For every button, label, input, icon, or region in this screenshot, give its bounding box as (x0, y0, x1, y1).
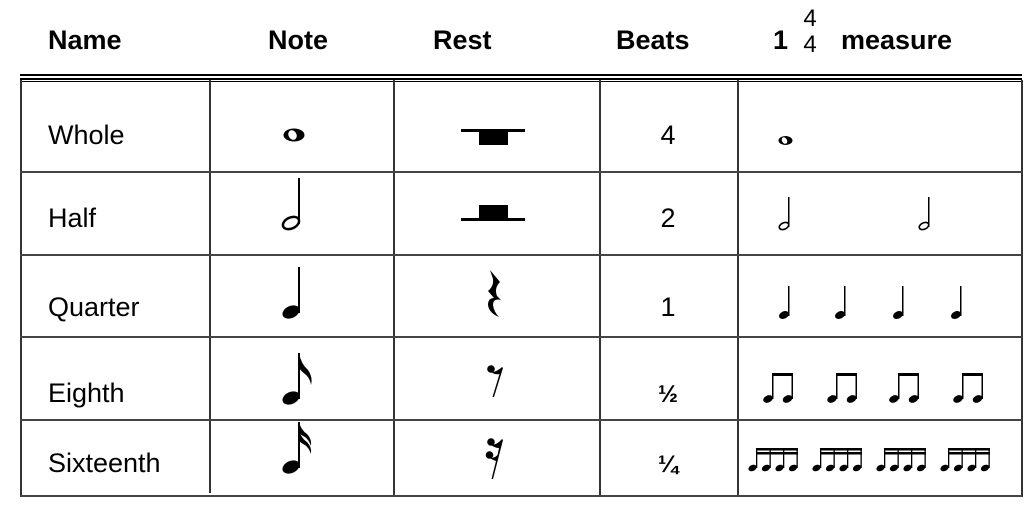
quarter-note-icon (282, 267, 300, 319)
table-border-bottom (20, 495, 1022, 497)
row-divider (20, 254, 1022, 256)
beamed-eighth-pair-icon (763, 373, 793, 403)
eighth-note-icon (282, 353, 312, 405)
sixteenth-rest-icon (485, 438, 503, 479)
header-measure-prefix: 1 (773, 25, 789, 55)
row-beats: 2 (660, 203, 676, 233)
eighth-rest-icon (487, 365, 503, 397)
time-signature-top: 4 (803, 5, 817, 32)
half-note-icon (918, 197, 930, 231)
row-beats: 1 (660, 292, 676, 322)
beamed-sixteenth-group-icon (876, 448, 926, 472)
header-name: Name (48, 25, 122, 55)
quarter-note-icon (835, 286, 846, 319)
half-rest-icon (461, 205, 525, 221)
beamed-eighth-pair-icon (827, 373, 857, 403)
row-divider (20, 336, 1022, 338)
time-signature-bottom: 4 (803, 31, 817, 58)
header-measure-label: measure (841, 25, 953, 55)
beamed-sixteenth-group-icon (812, 448, 862, 472)
quarter-note-icon (893, 286, 904, 319)
row-name: Half (48, 203, 97, 233)
half-note-icon (778, 197, 790, 231)
column-divider (393, 80, 395, 496)
table-border-left (20, 80, 22, 497)
whole-note-icon (778, 136, 793, 145)
row-divider (20, 171, 1022, 173)
row-name: Eighth (48, 378, 125, 408)
header-rest: Rest (433, 25, 492, 55)
header-rule (20, 81, 1022, 82)
row-divider (20, 419, 1022, 421)
beamed-eighth-pair-icon (889, 373, 919, 403)
time-signature: 4 4 (802, 6, 818, 58)
beamed-sixteenth-group-icon (940, 448, 990, 472)
row-beats: ½ (657, 381, 678, 408)
header-rule (20, 78, 1022, 80)
table-border-right (1021, 80, 1023, 497)
quarter-note-icon (779, 286, 790, 319)
column-divider (209, 80, 211, 493)
beamed-sixteenth-group-icon (748, 448, 798, 472)
row-name: Whole (48, 120, 125, 150)
header-rule (20, 74, 1022, 76)
quarter-rest-icon (488, 270, 501, 317)
beamed-eighth-pair-icon (953, 373, 983, 403)
header-note: Note (268, 25, 328, 55)
half-note-icon (281, 178, 301, 231)
row-name: Sixteenth (48, 448, 161, 478)
whole-note-icon (283, 128, 305, 142)
whole-rest-icon (461, 129, 525, 145)
header-beats: Beats (616, 25, 690, 55)
row-beats: ¼ (657, 451, 678, 478)
quarter-note-icon (951, 286, 962, 319)
row-name: Quarter (48, 292, 140, 322)
row-beats: 4 (660, 120, 676, 150)
sixteenth-note-icon (282, 422, 312, 474)
column-divider (737, 80, 739, 496)
